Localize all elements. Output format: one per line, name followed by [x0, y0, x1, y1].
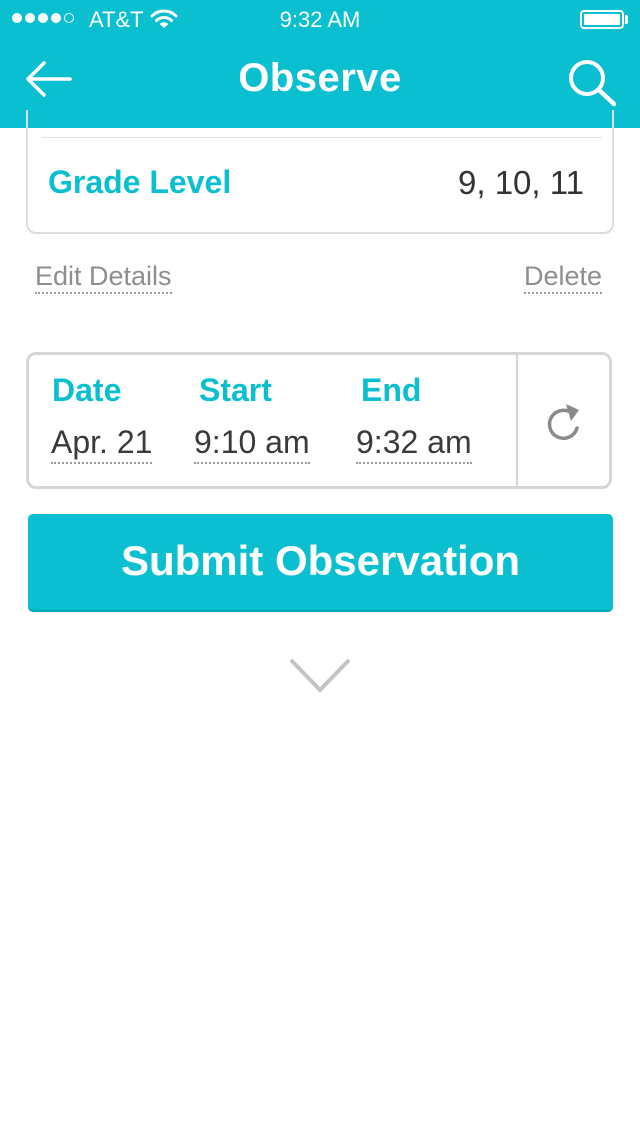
chevron-down-icon: [289, 658, 351, 693]
date-label: Date: [52, 372, 122, 408]
status-time: 9:32 AM: [279, 7, 361, 32]
start-label: Start: [199, 372, 272, 408]
status-bar: AT&T 9:32 AM: [0, 0, 640, 40]
page-title: Observe: [238, 56, 402, 100]
refresh-icon: [547, 404, 579, 441]
expand-button[interactable]: [288, 656, 352, 696]
delete-link[interactable]: Delete: [523, 261, 602, 294]
grade-level-value: 9, 10, 11: [458, 164, 584, 201]
start-time-field[interactable]: 9:10 am: [194, 424, 310, 464]
edit-details-link[interactable]: Edit Details: [35, 261, 172, 294]
date-field[interactable]: Apr. 21: [51, 424, 153, 464]
app-header: AT&T 9:32 AM Observe: [0, 0, 640, 128]
refresh-time-button[interactable]: [540, 398, 588, 448]
end-label: End: [361, 372, 422, 408]
end-time-field[interactable]: 9:32 am: [356, 424, 472, 464]
card-divider: [42, 137, 602, 138]
submit-observation-button[interactable]: Submit Observation: [28, 514, 613, 610]
battery-level: [584, 14, 620, 25]
time-card-separator: [516, 354, 518, 487]
battery-icon: [580, 10, 624, 29]
grade-level-label: Grade Level: [48, 164, 232, 200]
search-icon: [569, 60, 617, 107]
battery-tip: [625, 15, 628, 24]
search-button[interactable]: [564, 56, 620, 108]
